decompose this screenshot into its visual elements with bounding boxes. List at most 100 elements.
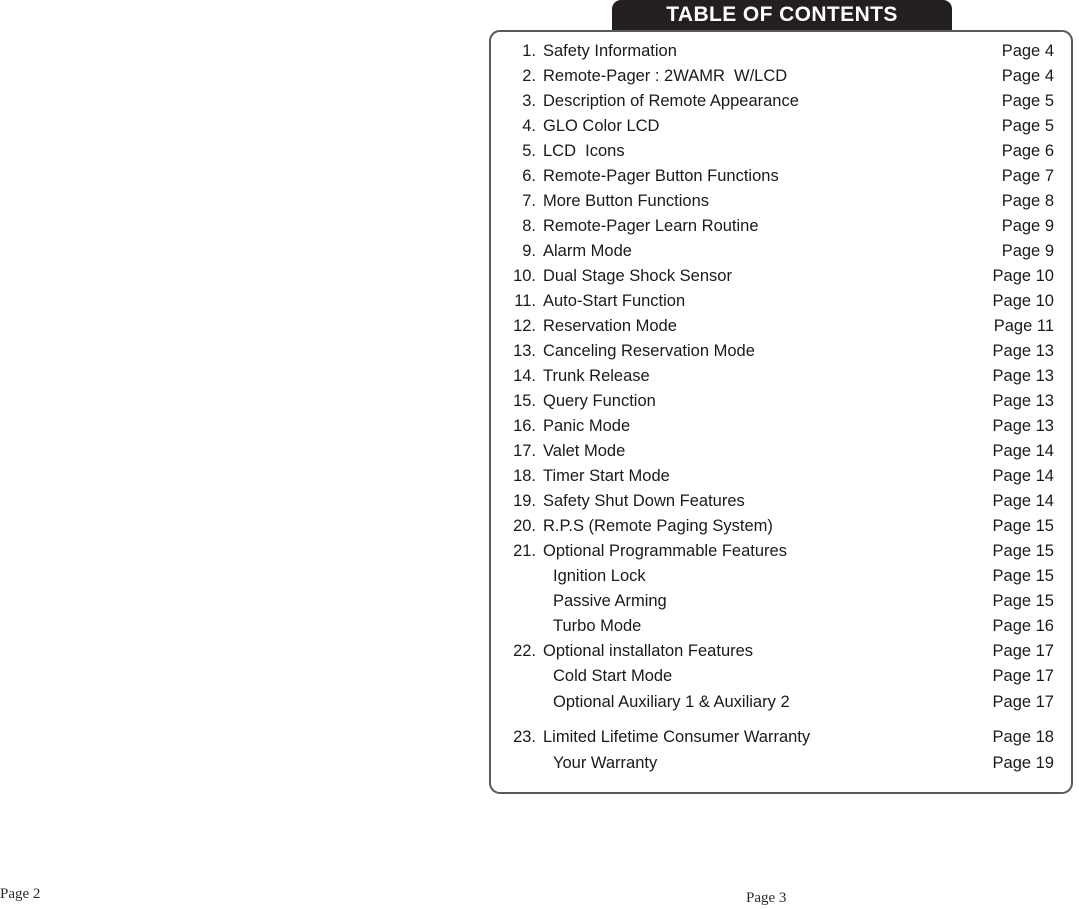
toc-entry-label: Reservation Mode (543, 317, 677, 335)
toc-entry[interactable]: 20. R.P.S (Remote Paging System) Page 15 (501, 517, 1054, 542)
toc-entry-page: Page 13 (992, 392, 1054, 410)
toc-entry-page: Page 17 (992, 667, 1054, 685)
toc-entry[interactable]: 15. Query Function Page 13 (501, 392, 1054, 417)
toc-entry-number: 8. (522, 217, 536, 235)
toc-entry[interactable]: 5. LCD Icons Page 6 (501, 142, 1054, 167)
toc-entry[interactable]: 11. Auto-Start Function Page 10 (501, 292, 1054, 317)
toc-entry-label: Dual Stage Shock Sensor (543, 267, 732, 285)
page-title: TABLE OF CONTENTS (666, 3, 898, 26)
toc-entry-page: Page 15 (992, 567, 1054, 585)
toc-entry[interactable]: Turbo Mode Page 16 (501, 617, 1054, 642)
toc-entry[interactable]: 8. Remote-Pager Learn Routine Page 9 (501, 217, 1054, 242)
toc-entry-number: 9. (522, 242, 536, 260)
toc-entry-label: Limited Lifetime Consumer Warranty (543, 728, 811, 746)
toc-entry-page: Page 8 (1001, 192, 1054, 210)
toc-entry-number: 5. (522, 142, 536, 160)
toc-entry[interactable]: 12. Reservation Mode Page 11 (501, 317, 1054, 342)
toc-entry-label: More Button Functions (543, 192, 709, 210)
toc-entry-number: 11. (514, 292, 536, 310)
toc-entry-page: Page 15 (992, 592, 1054, 610)
table-of-contents-list: 1. Safety Information Page 4 2. Remote-Pager… (491, 32, 1071, 780)
toc-entry[interactable]: 23. Limited Lifetime Consumer Warranty Pag… (501, 728, 1054, 754)
toc-entry[interactable]: 18. Timer Start Mode Page 14 (501, 467, 1054, 492)
toc-entry-number: 15. (513, 392, 536, 410)
toc-entry-label: Safety Information (543, 42, 677, 60)
footer-page-right: Page 3 (746, 890, 787, 906)
toc-entry-number: 14. (513, 367, 536, 385)
toc-entry-label: R.P.S (Remote Paging System) (543, 517, 773, 535)
toc-entry-page: Page 5 (1001, 117, 1054, 135)
toc-entry[interactable]: 19. Safety Shut Down Features Page 14 (501, 492, 1054, 517)
toc-entry[interactable]: Passive Arming Page 15 (501, 592, 1054, 617)
toc-entry-number: 20. (513, 517, 536, 535)
toc-entry-page: Page 10 (992, 267, 1054, 285)
toc-entry-number: 19. (513, 492, 536, 510)
toc-entry-number: 12. (513, 317, 536, 335)
toc-entry-number: 2. (522, 67, 536, 85)
toc-entry-page: Page 14 (992, 467, 1054, 485)
toc-entry-number: 6. (522, 167, 536, 185)
toc-entry[interactable]: 9. Alarm Mode Page 9 (501, 242, 1054, 267)
toc-entry-number: 1. (522, 42, 536, 60)
toc-entry-number: 10. (513, 267, 536, 285)
toc-entry-page: Page 14 (992, 492, 1054, 510)
toc-entry-number: 22. (513, 642, 536, 660)
toc-entry-number: 23. (513, 728, 536, 746)
toc-entry-label: Panic Mode (543, 417, 631, 435)
toc-entry[interactable]: 13. Canceling Reservation Mode Page 13 (501, 342, 1054, 367)
toc-entry-label: Cold Start Mode (553, 667, 673, 685)
toc-entry-number: 21. (513, 542, 536, 560)
toc-entry-page: Page 16 (992, 617, 1054, 635)
toc-entry-label: Ignition Lock (553, 567, 646, 585)
toc-entry-page: Page 13 (992, 367, 1054, 385)
toc-entry[interactable]: 6. Remote-Pager Button Functions Page 7 (501, 167, 1054, 192)
toc-entry[interactable]: Optional Auxiliary 1 & Auxiliary 2 Page 1… (501, 693, 1054, 719)
toc-entry-label: Optional Programmable Features (543, 542, 787, 560)
toc-entry-page: Page 15 (992, 517, 1054, 535)
footer-page-left: Page 2 (0, 886, 41, 902)
toc-entry-label: Your Warranty (553, 754, 658, 772)
toc-entry-label: Query Function (543, 392, 656, 410)
toc-entry[interactable]: 2. Remote-Pager : 2WAMR W/LCD Page 4 (501, 67, 1054, 92)
toc-entry-page: Page 17 (992, 642, 1054, 660)
toc-entry-number: 13. (513, 342, 536, 360)
toc-entry-page: Page 11 (993, 317, 1054, 335)
toc-entry-page: Page 13 (992, 417, 1054, 435)
toc-entry[interactable]: 4. GLO Color LCD Page 5 (501, 117, 1054, 142)
toc-entry[interactable]: 22. Optional installaton Features Page 17 (501, 642, 1054, 667)
toc-entry[interactable]: Ignition Lock Page 15 (501, 567, 1054, 592)
toc-entry[interactable]: Cold Start Mode Page 17 (501, 667, 1054, 693)
toc-entry-label: Turbo Mode (553, 617, 642, 635)
toc-entry-page: Page 15 (992, 542, 1054, 560)
toc-entry[interactable]: 16. Panic Mode Page 13 (501, 417, 1054, 442)
toc-entry-label: Optional Auxiliary 1 & Auxiliary 2 (553, 693, 790, 711)
toc-entry[interactable]: 17. Valet Mode Page 14 (501, 442, 1054, 467)
toc-entry[interactable]: 10. Dual Stage Shock Sensor Page 10 (501, 267, 1054, 292)
toc-entry-label: Remote-Pager Learn Routine (543, 217, 759, 235)
toc-entry-label: Valet Mode (543, 442, 626, 460)
toc-entry-label: Remote-Pager : 2WAMR W/LCD (543, 67, 788, 85)
toc-entry-label: Remote-Pager Button Functions (543, 167, 779, 185)
toc-entry-page: Page 10 (992, 292, 1054, 310)
toc-entry-label: Trunk Release (543, 367, 650, 385)
toc-entry-label: Auto-Start Function (543, 292, 686, 310)
toc-entry[interactable]: Your Warranty Page 19 (501, 754, 1054, 780)
toc-entry-number: 3. (522, 92, 536, 110)
toc-entry[interactable]: 3. Description of Remote Appearance Page 5 (501, 92, 1054, 117)
toc-entry-page: Page 7 (1001, 167, 1054, 185)
toc-entry[interactable]: 21. Optional Programmable Features Page 15 (501, 542, 1054, 567)
toc-entry-label: Passive Arming (553, 592, 667, 610)
toc-entry[interactable]: 14. Trunk Release Page 13 (501, 367, 1054, 392)
table-of-contents-banner: TABLE OF CONTENTS (612, 0, 952, 31)
toc-entry-number: 17. (513, 442, 536, 460)
toc-entry-number: 16. (513, 417, 536, 435)
table-of-contents-box: 1. Safety Information Page 4 2. Remote-Pager… (489, 30, 1073, 794)
toc-entry-label: Alarm Mode (543, 242, 632, 260)
toc-entry-page: Page 19 (992, 754, 1054, 772)
toc-entry[interactable]: 7. More Button Functions Page 8 (501, 192, 1054, 217)
toc-entry[interactable]: 1. Safety Information Page 4 (501, 42, 1054, 67)
toc-entry-page: Page 18 (992, 728, 1054, 746)
toc-entry-page: Page 17 (992, 693, 1054, 711)
toc-entry-number: 7. (522, 192, 536, 210)
toc-entry-page: Page 6 (1001, 142, 1054, 160)
